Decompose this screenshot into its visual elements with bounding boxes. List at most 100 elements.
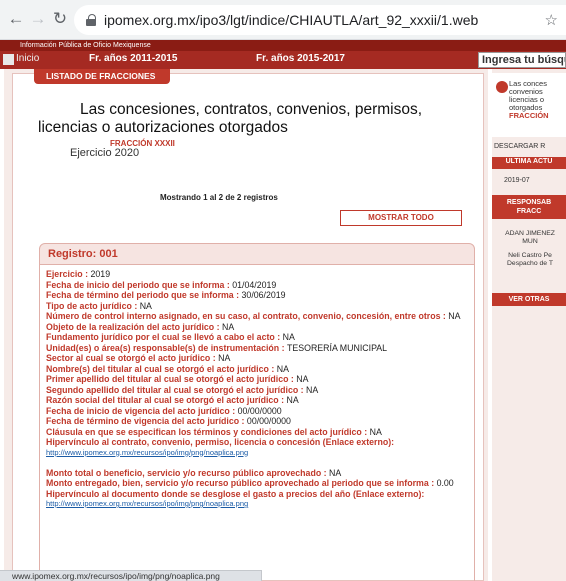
page-title-line1: Las concesiones, contratos, convenios, p… bbox=[80, 101, 423, 118]
field-key: Razón social del titular al cual se otor… bbox=[46, 395, 279, 405]
person-line: Despacho de T bbox=[507, 260, 553, 267]
field-value: NA bbox=[286, 395, 299, 405]
field-key: Monto total o beneficio, servicio y/o re… bbox=[46, 467, 322, 478]
field-row: Nombre(s) del titular al cual se otorgó … bbox=[46, 363, 289, 374]
record-fields: Ejercicio : 2019 Fecha de inicio del per… bbox=[46, 269, 474, 509]
field-key: Fundamento jurídico por el cual se llevó… bbox=[46, 332, 275, 342]
field-row: Fecha de término del periodo que se info… bbox=[46, 290, 286, 300]
field-row: Hipervínculo al documento donde se desgl… bbox=[46, 489, 474, 510]
ver-otras-button[interactable]: VER OTRAS bbox=[492, 293, 566, 306]
field-value: 2019 bbox=[90, 269, 111, 279]
site-header-text: Información Pública de Oficio Mexiquense bbox=[20, 42, 151, 49]
person-line: MUN bbox=[522, 238, 538, 245]
field-row: Fecha de inicio del periodo que se infor… bbox=[46, 279, 277, 290]
browser-toolbar: ← → ↻ ipomex.org.mx/ipo3/lgt/indice/CHIA… bbox=[0, 0, 566, 40]
field-value: NA bbox=[448, 311, 461, 321]
field-row: Tipo de acto jurídico : NA bbox=[46, 300, 152, 311]
field-value: NA bbox=[306, 384, 319, 395]
top-nav: Inicio Fr. años 2011-2015 Fr. años 2015-… bbox=[0, 51, 566, 69]
ejercicio-label: Ejercicio 2020 bbox=[70, 147, 140, 159]
field-row: Razón social del titular al cual se otor… bbox=[46, 395, 299, 405]
nav-home[interactable]: Inicio bbox=[16, 53, 39, 64]
field-key: Tipo de acto jurídico bbox=[46, 300, 132, 311]
status-bar-url: www.ipomex.org.mx/recursos/ipo/img/png/n… bbox=[0, 570, 262, 581]
field-value: 00/00/0000 bbox=[237, 405, 282, 416]
field-key: Segundo apellido del titular al cual se … bbox=[46, 384, 299, 395]
right-sidebar: Las conces convenios licencias o otorgad… bbox=[492, 69, 566, 581]
field-key: Primer apellido del titular al cual se o… bbox=[46, 374, 289, 384]
field-value: 01/04/2019 bbox=[232, 279, 277, 290]
field-key: Monto entregado, bien, servicio y/o recu… bbox=[46, 478, 429, 488]
home-icon[interactable] bbox=[3, 54, 14, 65]
record-header: Registro: 001 bbox=[39, 243, 475, 265]
responsable-line: FRACC bbox=[516, 208, 542, 215]
field-row: Unidad(es) o área(s) responsable(s) de i… bbox=[46, 342, 388, 353]
field-key: Fecha de inicio de vigencia del acto jur… bbox=[46, 405, 230, 416]
site-header: Información Pública de Oficio Mexiquense bbox=[0, 40, 566, 51]
mostrar-todo-button[interactable]: MOSTRAR TODO bbox=[340, 210, 462, 226]
field-value: NA bbox=[329, 467, 342, 478]
field-row: Cláusula en que se especifican los térmi… bbox=[46, 426, 382, 437]
field-row: Monto entregado, bien, servicio y/o recu… bbox=[46, 478, 454, 488]
field-row: Objeto de la realización del acto jurídi… bbox=[46, 321, 235, 332]
bookmark-star-icon[interactable]: ☆ bbox=[545, 11, 558, 29]
reload-icon[interactable]: ↻ bbox=[50, 9, 70, 29]
field-key: Hipervínculo al contrato, convenio, perm… bbox=[46, 437, 395, 447]
field-value: NA bbox=[296, 374, 309, 384]
url-text: ipomex.org.mx/ipo3/lgt/indice/CHIAUTLA/a… bbox=[104, 12, 479, 28]
field-row: Fundamento jurídico por el cual se llevó… bbox=[46, 332, 295, 342]
field-value: NA bbox=[369, 426, 382, 437]
field-key: Nombre(s) del titular al cual se otorgó … bbox=[46, 363, 269, 374]
field-key: Objeto de la realización del acto jurídi… bbox=[46, 321, 215, 332]
descargar-link[interactable]: DESCARGAR R bbox=[494, 143, 545, 150]
field-key: Fecha de término de vigencia del acto ju… bbox=[46, 416, 240, 426]
field-row: Número de control interno asignado, en s… bbox=[46, 311, 461, 321]
field-key: Número de control interno asignado, en s… bbox=[46, 311, 441, 321]
field-value: 0.00 bbox=[436, 478, 454, 488]
field-row: Ejercicio : 2019 bbox=[46, 269, 111, 279]
fraccion-card: Las conces convenios licencias o otorgad… bbox=[492, 73, 566, 137]
field-value: 00/00/0000 bbox=[246, 416, 291, 426]
nav-2015-2017[interactable]: Fr. años 2015-2017 bbox=[256, 53, 345, 64]
fraccion-logo-icon bbox=[496, 81, 508, 93]
field-key: Ejercicio bbox=[46, 269, 83, 279]
person-line: Neli Castro Pe bbox=[508, 252, 552, 259]
field-row: Fecha de término de vigencia del acto ju… bbox=[46, 416, 291, 426]
field-value: 30/06/2019 bbox=[241, 290, 286, 300]
page-title: Las concesiones, contratos, convenios, p… bbox=[38, 101, 422, 137]
nav-2011-2015[interactable]: Fr. años 2011-2015 bbox=[89, 53, 177, 64]
field-row: Fecha de inicio de vigencia del acto jur… bbox=[46, 405, 282, 416]
person-line: ADAN JIMENEZ bbox=[505, 230, 555, 237]
field-key: Cláusula en que se especifican los térmi… bbox=[46, 426, 362, 437]
field-row: Primer apellido del titular al cual se o… bbox=[46, 374, 309, 384]
field-key: Unidad(es) o área(s) responsable(s) de i… bbox=[46, 342, 280, 353]
record-title: Registro: 001 bbox=[48, 248, 118, 260]
forward-icon[interactable]: → bbox=[28, 9, 48, 29]
listado-fracciones-tab[interactable]: LISTADO DE FRACCIONES bbox=[34, 69, 170, 84]
contract-hyperlink[interactable]: http://www.ipomex.org.mx/recursos/ipo/im… bbox=[46, 448, 474, 458]
search-input[interactable]: Ingresa tu búsqueda bbox=[478, 52, 566, 68]
field-value: NA bbox=[139, 300, 152, 311]
field-key: Sector al cual se otorgó el acto jurídic… bbox=[46, 353, 211, 363]
field-value: NA bbox=[276, 363, 289, 374]
field-value: NA bbox=[218, 353, 231, 363]
field-row: Sector al cual se otorgó el acto jurídic… bbox=[46, 353, 231, 363]
responsable-line: RESPONSAB bbox=[506, 199, 552, 206]
field-value: TESORERÍA MUNICIPAL bbox=[287, 342, 388, 353]
lock-icon bbox=[86, 14, 96, 26]
back-icon[interactable]: ← bbox=[6, 9, 26, 29]
field-row: Hipervínculo al contrato, convenio, perm… bbox=[46, 437, 474, 458]
field-key: Hipervínculo al documento donde se desgl… bbox=[46, 488, 425, 499]
field-row: Monto total o beneficio, servicio y/o re… bbox=[46, 467, 342, 478]
card-fraccion: FRACCIÓN bbox=[509, 111, 549, 120]
gasto-hyperlink[interactable]: http://www.ipomex.org.mx/recursos/ipo/im… bbox=[46, 499, 474, 509]
field-value: NA bbox=[282, 332, 295, 342]
field-key: Fecha de término del periodo que se info… bbox=[46, 290, 234, 300]
update-date: 2019-07 bbox=[504, 177, 530, 184]
ultima-actualizacion-bar: ULTIMA ACTU bbox=[492, 157, 566, 169]
field-row: Segundo apellido del titular al cual se … bbox=[46, 384, 319, 395]
field-key: Fecha de inicio del periodo que se infor… bbox=[46, 279, 225, 290]
address-bar[interactable]: ipomex.org.mx/ipo3/lgt/indice/CHIAUTLA/a… bbox=[74, 5, 566, 35]
field-value: NA bbox=[222, 321, 235, 332]
